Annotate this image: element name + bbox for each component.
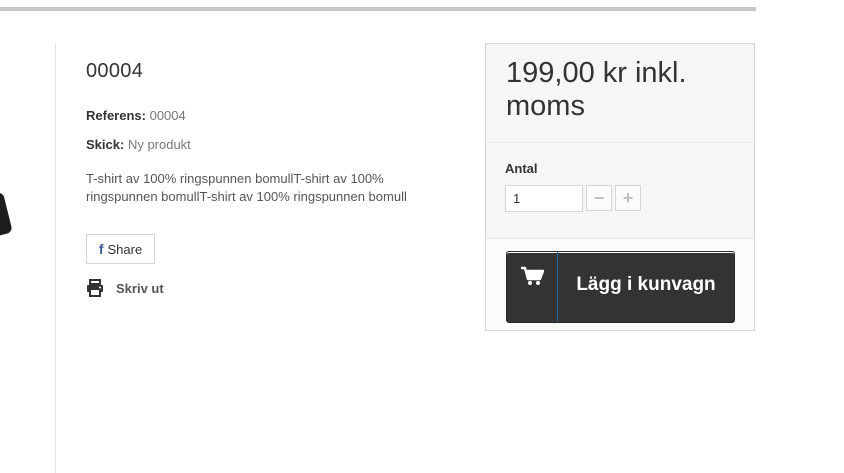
minus-icon: − bbox=[593, 187, 605, 208]
quantity-decrease-button[interactable]: − bbox=[586, 185, 612, 211]
reference-value: 00004 bbox=[149, 108, 186, 123]
print-link[interactable]: Skriv ut bbox=[86, 279, 164, 297]
printer-icon bbox=[87, 279, 103, 297]
product-price: 199,00 kr inkl. moms bbox=[506, 57, 687, 122]
product-description: T-shirt av 100% ringspunnen bomullT-shir… bbox=[86, 171, 407, 204]
product-image-panel[interactable] bbox=[0, 43, 56, 473]
facebook-icon: f bbox=[98, 241, 104, 257]
shopping-cart-icon bbox=[521, 266, 544, 285]
add-to-cart-button[interactable]: Lägg i kunvagn bbox=[506, 251, 735, 323]
product-image-tshirt bbox=[0, 191, 13, 237]
quantity-input[interactable] bbox=[505, 185, 583, 212]
product-condition: Skick: Ny produkt bbox=[86, 137, 191, 152]
quantity-section: Antal − + bbox=[486, 143, 754, 239]
top-divider bbox=[0, 7, 756, 11]
product-title: 00004 bbox=[86, 60, 144, 82]
condition-value: Ny produkt bbox=[127, 137, 191, 152]
facebook-share-button[interactable]: f Share bbox=[86, 234, 155, 264]
price-section: 199,00 kr inkl. moms bbox=[486, 44, 754, 143]
print-label: Skriv ut bbox=[116, 280, 164, 296]
quantity-label: Antal bbox=[505, 161, 538, 176]
product-reference: Referens: 00004 bbox=[86, 108, 186, 123]
plus-icon: + bbox=[622, 187, 634, 208]
share-label: Share bbox=[107, 241, 143, 257]
reference-label: Referens: bbox=[86, 108, 146, 123]
condition-label: Skick: bbox=[86, 137, 125, 152]
buy-box: 199,00 kr inkl. moms Antal − + Lägg i ku… bbox=[485, 43, 755, 331]
quantity-increase-button[interactable]: + bbox=[615, 185, 641, 211]
add-to-cart-label: Lägg i kunvagn bbox=[576, 274, 716, 295]
cart-icon-cell bbox=[507, 252, 558, 322]
